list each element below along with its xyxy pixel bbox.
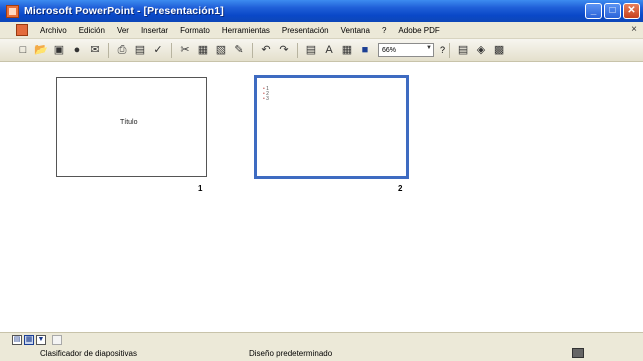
menu-insertar[interactable]: Insertar [135, 26, 174, 35]
chart-icon[interactable]: ▤ [304, 43, 318, 57]
close-button[interactable]: ✕ [623, 3, 640, 19]
slideshow-view-icon[interactable]: ▼ [36, 334, 46, 345]
slide-sorter: Título 1 • 1 • 2 • 3 2 [0, 62, 643, 332]
menu-adobe-pdf[interactable]: Adobe PDF [392, 26, 445, 35]
slide-number: 1 [198, 184, 203, 193]
color-icon[interactable]: ■ [358, 43, 372, 57]
normal-view-icon[interactable]: ▤ [12, 334, 22, 345]
menu-ver[interactable]: Ver [111, 26, 135, 35]
toolbar-separator [171, 42, 172, 58]
menu-archivo[interactable]: Archivo [34, 26, 73, 35]
menu-presentacion[interactable]: Presentación [276, 26, 335, 35]
chevron-down-icon[interactable]: ▼ [426, 45, 432, 51]
spelling-status-icon[interactable] [572, 348, 584, 358]
slide-number: 2 [398, 184, 403, 193]
print-preview-icon[interactable]: ▤ [133, 43, 147, 57]
bullet-item: • 3 [263, 96, 269, 102]
help-button[interactable]: ? [440, 45, 445, 55]
paste-icon[interactable]: ▧ [214, 43, 228, 57]
save-icon[interactable]: ▣ [52, 43, 66, 57]
table-icon[interactable]: ▦ [340, 43, 354, 57]
email-icon[interactable]: ✉ [88, 43, 102, 57]
zoom-select[interactable]: 66% ▼ [378, 43, 434, 57]
maximize-button[interactable]: □ [604, 3, 621, 19]
window-controls: _ □ ✕ [585, 3, 640, 19]
scroll-left-button[interactable] [52, 334, 62, 345]
copy-icon[interactable]: ▦ [196, 43, 210, 57]
undo-icon[interactable]: ↶ [259, 43, 273, 57]
slide-title: Título [120, 119, 138, 126]
print-icon[interactable]: ⎙ [115, 43, 129, 57]
menu-formato[interactable]: Formato [174, 26, 216, 35]
open-icon[interactable]: 📂 [34, 43, 48, 57]
menu-ventana[interactable]: Ventana [335, 26, 376, 35]
new-slide-icon[interactable]: ▩ [492, 43, 506, 57]
menu-herramientas[interactable]: Herramientas [216, 26, 276, 35]
document-close-icon[interactable]: × [631, 24, 637, 35]
title-bar: Microsoft PowerPoint - [Presentación1] _… [0, 0, 643, 22]
menu-bar: Archivo Edición Ver Insertar Formato Her… [0, 22, 643, 39]
slide-design-icon[interactable]: ▤ [456, 43, 470, 57]
status-design-name: Diseño predeterminado [249, 349, 333, 358]
toolbar-separator [297, 42, 298, 58]
insert-picture-icon[interactable]: ◈ [474, 43, 488, 57]
powerpoint-icon [6, 4, 19, 18]
slide-sorter-view-icon[interactable]: ▦ [24, 334, 34, 345]
permission-icon[interactable]: ● [70, 43, 84, 57]
format-painter-icon[interactable]: ✎ [232, 43, 246, 57]
view-bar: ▤ ▦ ▼ [0, 332, 643, 346]
toolbar-separator [252, 42, 253, 58]
slide-thumbnail-2[interactable]: • 1 • 2 • 3 [254, 75, 409, 179]
cut-icon[interactable]: ✂ [178, 43, 192, 57]
status-view-name: Clasificador de diapositivas [40, 349, 137, 358]
document-icon[interactable] [16, 24, 28, 36]
toolbar-separator [108, 42, 109, 58]
menu-edicion[interactable]: Edición [73, 26, 111, 35]
text-box-icon[interactable]: A [322, 43, 336, 57]
redo-icon[interactable]: ↷ [277, 43, 291, 57]
menu-help[interactable]: ? [376, 26, 392, 35]
slide-bullets: • 1 • 2 • 3 [263, 87, 269, 102]
standard-toolbar: □ 📂 ▣ ● ✉ ⎙ ▤ ✓ ✂ ▦ ▧ ✎ ↶ ↷ ▤ A ▦ ■ 66% … [0, 39, 643, 62]
spelling-icon[interactable]: ✓ [151, 43, 165, 57]
slide-thumbnail-1[interactable]: Título [56, 77, 207, 177]
toolbar-separator [449, 42, 451, 58]
window-title: Microsoft PowerPoint - [Presentación1] [24, 5, 224, 17]
new-icon[interactable]: □ [16, 43, 30, 57]
minimize-button[interactable]: _ [585, 3, 602, 19]
zoom-value: 66% [382, 46, 397, 54]
status-bar: Clasificador de diapositivas Diseño pred… [0, 346, 643, 361]
